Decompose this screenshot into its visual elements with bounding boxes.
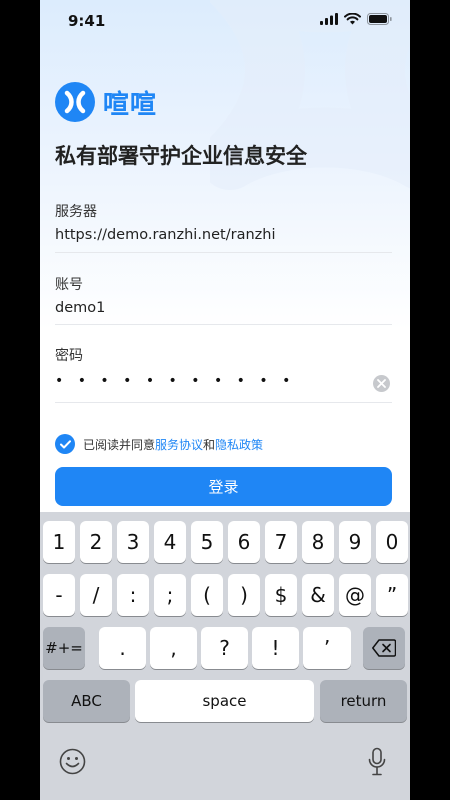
key-7[interactable]: 7: [265, 521, 297, 563]
key-return[interactable]: return: [320, 680, 407, 722]
password-field[interactable]: 密码 • • • • • • • • • • •: [55, 345, 392, 403]
key-delete[interactable]: [363, 627, 405, 669]
key-abc[interactable]: ABC: [43, 680, 130, 722]
login-button[interactable]: 登录: [55, 467, 392, 506]
key-dollar[interactable]: $: [265, 574, 297, 616]
terms-link[interactable]: 服务协议: [155, 436, 203, 453]
agreement-prefix: 已阅读并同意: [83, 437, 156, 452]
signal-icon: [320, 13, 338, 25]
account-input[interactable]: [55, 300, 392, 316]
key-6[interactable]: 6: [228, 521, 260, 563]
agreement-and: 和: [203, 437, 216, 452]
key-minus[interactable]: -: [43, 574, 75, 616]
numeric-keyboard: 1 2 3 4 5 6 7 8 9 0 - / : ; ( ) $ & @ ” …: [40, 512, 410, 800]
key-space[interactable]: space: [135, 680, 314, 722]
login-screen: 9:41 喧喧 私有部署守护企业信息安全 服务器 https://demo.ra…: [40, 0, 410, 800]
status-icons: [320, 13, 392, 25]
key-apostrophe[interactable]: ’: [303, 627, 351, 669]
password-label: 密码: [55, 348, 83, 364]
emoji-icon[interactable]: [59, 748, 86, 775]
key-quote[interactable]: ”: [376, 574, 408, 616]
account-label: 账号: [55, 277, 83, 293]
key-period[interactable]: .: [99, 627, 146, 669]
status-bar: 9:41: [40, 0, 410, 44]
server-field[interactable]: 服务器: [55, 201, 392, 253]
wifi-icon: [344, 13, 361, 25]
key-3[interactable]: 3: [117, 521, 149, 563]
key-exclamation[interactable]: !: [252, 627, 299, 669]
key-2[interactable]: 2: [80, 521, 112, 563]
status-time: 9:41: [68, 12, 106, 30]
key-0[interactable]: 0: [376, 521, 408, 563]
key-question[interactable]: ?: [201, 627, 248, 669]
key-semicolon[interactable]: ;: [154, 574, 186, 616]
agreement-row: 已阅读并同意 服务协议和隐私政策: [55, 434, 263, 454]
key-comma[interactable]: ,: [150, 627, 197, 669]
key-9[interactable]: 9: [339, 521, 371, 563]
battery-icon: [367, 13, 392, 25]
app-name: 喧喧: [103, 89, 158, 120]
key-close-paren[interactable]: ): [228, 574, 260, 616]
key-slash[interactable]: /: [80, 574, 112, 616]
key-5[interactable]: 5: [191, 521, 223, 563]
microphone-icon[interactable]: [367, 747, 387, 777]
app-slogan: 私有部署守护企业信息安全: [55, 144, 307, 168]
server-input[interactable]: [55, 227, 392, 243]
xuanxuan-logo-icon: [55, 82, 95, 122]
key-4[interactable]: 4: [154, 521, 186, 563]
clear-password-icon[interactable]: [373, 375, 390, 392]
key-ampersand[interactable]: &: [302, 574, 334, 616]
backspace-icon: [372, 639, 396, 657]
key-8[interactable]: 8: [302, 521, 334, 563]
key-colon[interactable]: :: [117, 574, 149, 616]
server-label: 服务器: [55, 204, 97, 220]
key-more-symbols[interactable]: #+=: [43, 627, 85, 669]
password-input[interactable]: • • • • • • • • • • •: [55, 373, 295, 389]
account-field[interactable]: 账号: [55, 274, 392, 325]
privacy-link[interactable]: 隐私政策: [215, 436, 263, 453]
agreement-checkbox-icon[interactable]: [55, 434, 75, 454]
key-open-paren[interactable]: (: [191, 574, 223, 616]
app-logo: 喧喧: [55, 82, 157, 122]
key-at[interactable]: @: [339, 574, 371, 616]
key-1[interactable]: 1: [43, 521, 75, 563]
